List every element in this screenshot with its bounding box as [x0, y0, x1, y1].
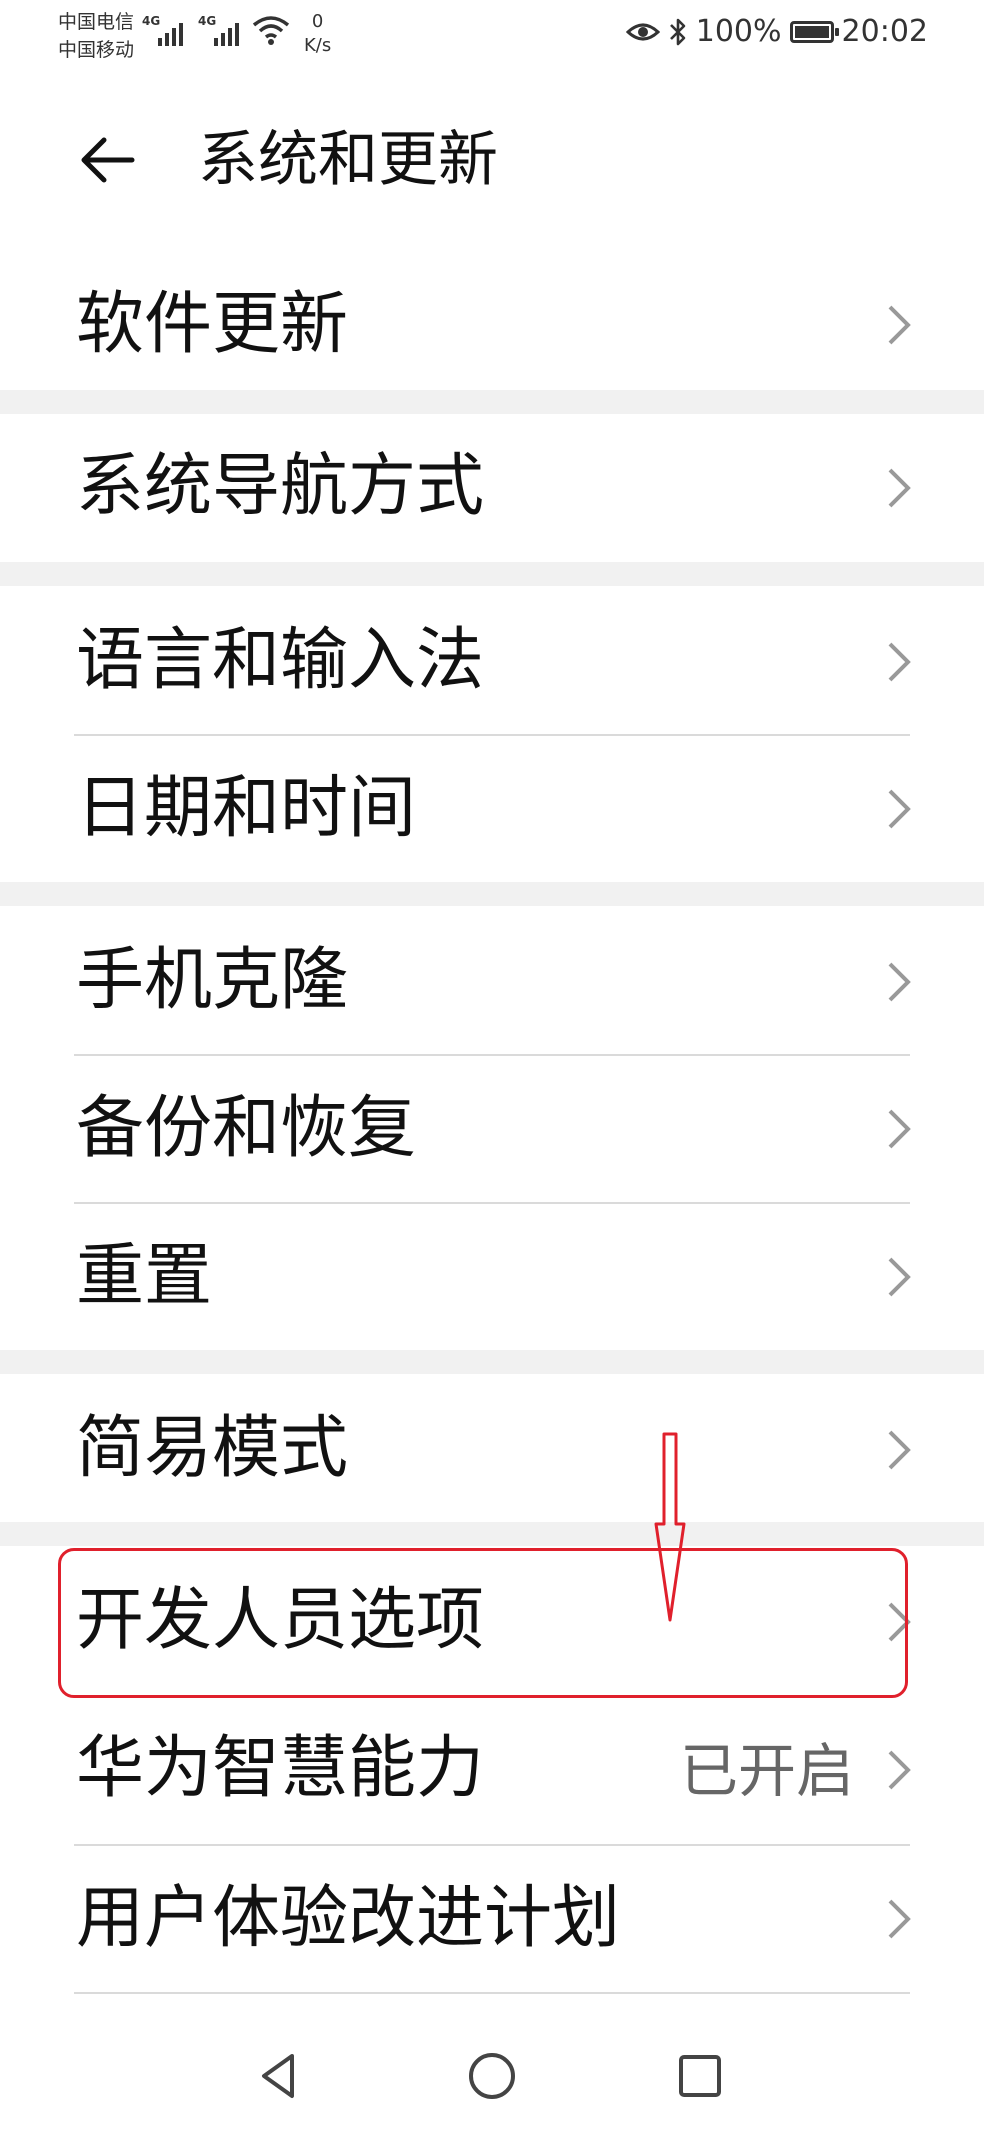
- menu-item-label: 系统导航方式: [76, 447, 485, 526]
- menu-item-value: 已开启: [679, 1737, 854, 1805]
- chevron-right-icon: [888, 305, 911, 345]
- divider: [74, 1992, 910, 1994]
- chevron-right-icon: [888, 789, 911, 829]
- menu-item-label: 简易模式: [76, 1409, 349, 1488]
- menu-item-system-navigation[interactable]: 系统导航方式: [0, 414, 984, 562]
- chevron-right-icon: [888, 1750, 911, 1790]
- chevron-right-icon: [888, 962, 911, 1002]
- menu-item-label: 用户体验改进计划: [76, 1879, 621, 1958]
- recents-square-icon[interactable]: [672, 2048, 728, 2104]
- carrier-names: 中国电信 中国移动: [58, 8, 134, 64]
- menu-item-label: 日期和时间: [76, 769, 417, 848]
- clock: 20:02: [841, 14, 928, 49]
- menu-item-language-input[interactable]: 语言和输入法: [0, 586, 984, 734]
- battery-percent: 100%: [695, 14, 782, 49]
- carrier-1: 中国电信: [58, 11, 135, 33]
- menu-item-backup-restore[interactable]: 备份和恢复: [0, 1056, 984, 1202]
- app-bar: 系统和更新: [0, 90, 984, 230]
- eye-comfort-icon: [625, 23, 660, 40]
- chevron-right-icon: [888, 642, 911, 682]
- back-triangle-icon[interactable]: [252, 2048, 308, 2104]
- menu-item-software-update[interactable]: 软件更新: [0, 260, 984, 390]
- menu-item-label: 手机克隆: [76, 941, 349, 1020]
- menu-item-label: 软件更新: [76, 285, 349, 364]
- menu-item-label: 华为智慧能力: [76, 1729, 485, 1808]
- menu-item-label: 备份和恢复: [76, 1089, 417, 1168]
- menu-item-label: 重置: [76, 1237, 213, 1316]
- carrier-2: 中国移动: [58, 39, 135, 61]
- menu-item-reset[interactable]: 重置: [0, 1204, 984, 1350]
- battery-icon: [789, 20, 839, 43]
- menu-item-phone-clone[interactable]: 手机克隆: [0, 906, 984, 1054]
- section-gap: [0, 390, 984, 414]
- speed-unit: K/s: [304, 35, 332, 56]
- menu-item-date-time[interactable]: 日期和时间: [0, 736, 984, 882]
- menu-item-simple-mode[interactable]: 简易模式: [0, 1374, 984, 1522]
- chevron-right-icon: [888, 1430, 911, 1470]
- status-bar: 中国电信 中国移动 4G 4G 0 K/s 100% 20:02: [0, 0, 984, 70]
- menu-item-user-experience[interactable]: 用户体验改进计划: [0, 1846, 984, 1992]
- chevron-right-icon: [888, 1899, 911, 1939]
- chevron-right-icon: [888, 1257, 911, 1297]
- network-speed: 0 K/s: [304, 10, 331, 58]
- status-right: 100% 20:02: [625, 14, 928, 49]
- system-nav-bar: [0, 2020, 984, 2132]
- section-gap: [0, 1522, 984, 1546]
- arrow-down-icon: [654, 1432, 686, 1622]
- chevron-right-icon: [888, 1109, 911, 1149]
- chevron-right-icon: [888, 468, 911, 508]
- screen: 中国电信 中国移动 4G 4G 0 K/s 100% 20:02 系统和更新 软…: [0, 0, 984, 2132]
- section-gap: [0, 1350, 984, 1374]
- menu-item-label: 语言和输入法: [76, 621, 485, 700]
- home-circle-icon[interactable]: [464, 2048, 520, 2104]
- speed-value: 0: [311, 11, 324, 32]
- wifi-icon: [252, 16, 290, 45]
- bluetooth-icon: [669, 18, 686, 45]
- section-gap: [0, 562, 984, 586]
- page-title: 系统和更新: [198, 125, 498, 195]
- arrow-left-icon[interactable]: [76, 128, 140, 192]
- highlight-box: [58, 1548, 908, 1698]
- section-gap: [0, 882, 984, 906]
- menu-item-huawei-ai[interactable]: 华为智慧能力 已开启: [0, 1696, 984, 1844]
